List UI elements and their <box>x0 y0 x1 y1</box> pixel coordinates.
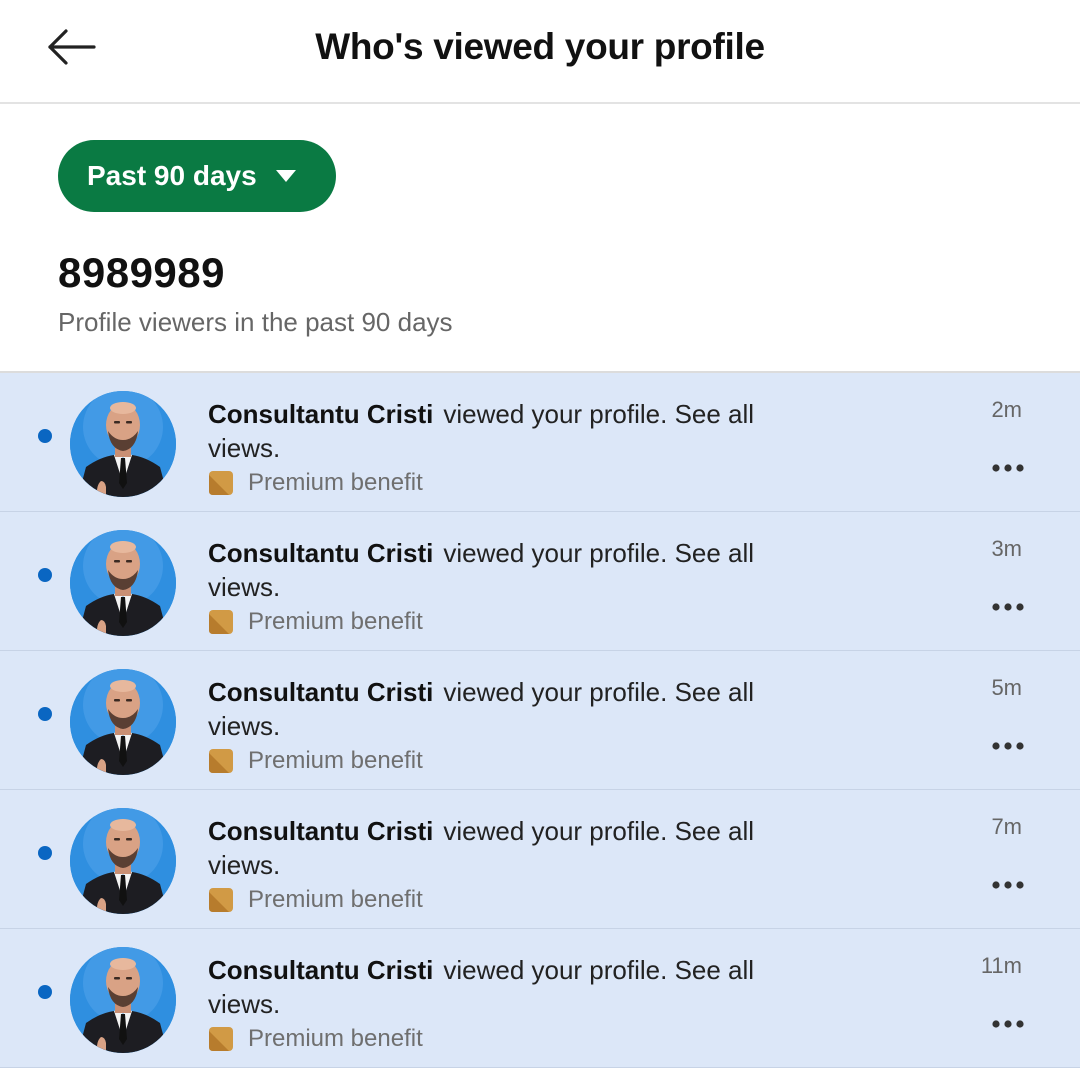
premium-badge: Premium benefit <box>208 747 423 775</box>
caret-down-icon <box>275 169 297 183</box>
view-timestamp: 11m <box>980 953 1022 978</box>
more-options-button[interactable] <box>988 453 1028 483</box>
premium-icon <box>209 749 233 773</box>
avatar[interactable] <box>70 391 176 497</box>
premium-badge: Premium benefit <box>208 608 423 636</box>
premium-icon <box>209 610 233 634</box>
viewer-message: Consultantu Cristi viewed your profile. S… <box>208 953 828 1021</box>
unread-indicator <box>38 846 52 860</box>
premium-icon <box>209 888 233 912</box>
unread-indicator <box>38 707 52 721</box>
premium-badge: Premium benefit <box>208 886 423 914</box>
avatar[interactable] <box>70 947 176 1053</box>
more-horizontal-icon <box>991 737 1025 755</box>
unread-indicator <box>38 985 52 999</box>
top-bar: Who's viewed your profile <box>0 0 1080 104</box>
time-range-label: Past 90 days <box>87 160 257 191</box>
premium-benefit-label: Premium benefit <box>248 747 423 774</box>
more-options-button[interactable] <box>988 592 1028 622</box>
view-timestamp: 5m <box>991 675 1022 700</box>
avatar[interactable] <box>70 808 176 914</box>
more-options-button[interactable] <box>988 1009 1028 1039</box>
viewer-message: Consultantu Cristi viewed your profile. S… <box>208 397 828 465</box>
viewer-message: Consultantu Cristi viewed your profile. S… <box>208 814 828 882</box>
unread-indicator <box>38 568 52 582</box>
premium-benefit-label: Premium benefit <box>248 1025 423 1052</box>
more-options-button[interactable] <box>988 731 1028 761</box>
premium-badge: Premium benefit <box>208 469 423 497</box>
time-range-filter-button[interactable]: Past 90 days <box>58 140 336 212</box>
viewer-name[interactable]: Consultantu Cristi <box>208 399 433 429</box>
viewer-row[interactable]: Consultantu Cristi viewed your profile. S… <box>0 651 1080 790</box>
view-timestamp: 7m <box>991 814 1022 839</box>
viewer-list: Consultantu Cristi viewed your profile. S… <box>0 373 1080 1068</box>
viewer-row[interactable]: Consultantu Cristi viewed your profile. S… <box>0 790 1080 929</box>
unread-indicator <box>38 429 52 443</box>
viewer-count-caption: Profile viewers in the past 90 days <box>58 307 453 337</box>
avatar[interactable] <box>70 530 176 636</box>
viewers-summary: Past 90 days 8989989 Profile viewers in … <box>0 104 1080 373</box>
viewer-message: Consultantu Cristi viewed your profile. S… <box>208 536 828 604</box>
viewer-row[interactable]: Consultantu Cristi viewed your profile. S… <box>0 929 1080 1068</box>
viewer-count: 8989989 <box>58 249 226 296</box>
premium-benefit-label: Premium benefit <box>248 608 423 635</box>
viewer-name[interactable]: Consultantu Cristi <box>208 538 433 568</box>
viewer-row[interactable]: Consultantu Cristi viewed your profile. S… <box>0 373 1080 512</box>
more-horizontal-icon <box>991 876 1025 894</box>
viewer-message: Consultantu Cristi viewed your profile. S… <box>208 675 828 743</box>
profile-viewers-screen: Who's viewed your profile Past 90 days 8… <box>0 0 1080 1080</box>
avatar[interactable] <box>70 669 176 775</box>
viewer-name[interactable]: Consultantu Cristi <box>208 955 433 985</box>
more-options-button[interactable] <box>988 870 1028 900</box>
premium-icon <box>209 471 233 495</box>
viewer-row[interactable]: Consultantu Cristi viewed your profile. S… <box>0 512 1080 651</box>
view-timestamp: 3m <box>991 536 1022 561</box>
premium-benefit-label: Premium benefit <box>248 469 423 496</box>
view-timestamp: 2m <box>991 397 1022 422</box>
premium-benefit-label: Premium benefit <box>248 886 423 913</box>
more-horizontal-icon <box>991 598 1025 616</box>
viewer-name[interactable]: Consultantu Cristi <box>208 816 433 846</box>
premium-icon <box>209 1027 233 1051</box>
viewer-name[interactable]: Consultantu Cristi <box>208 677 433 707</box>
page-title: Who's viewed your profile <box>315 26 765 67</box>
more-horizontal-icon <box>991 1015 1025 1033</box>
more-horizontal-icon <box>991 459 1025 477</box>
premium-badge: Premium benefit <box>208 1025 423 1053</box>
